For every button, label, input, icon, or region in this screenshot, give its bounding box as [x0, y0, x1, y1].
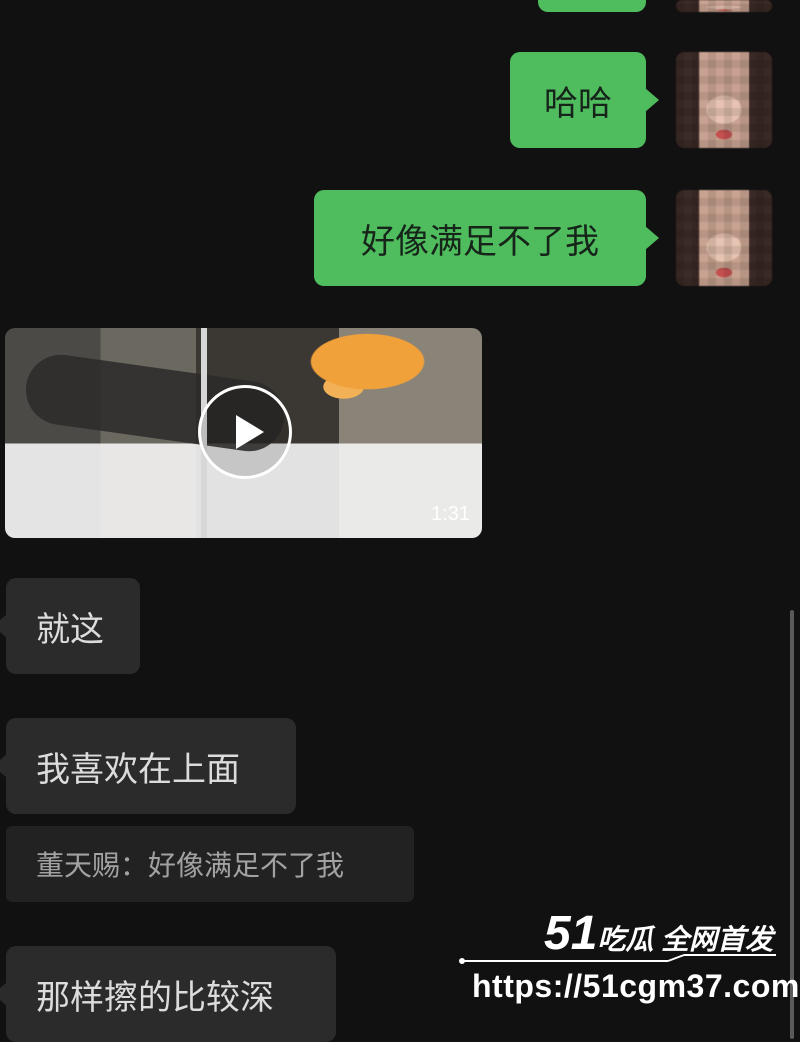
- play-icon[interactable]: [198, 385, 292, 479]
- message-text: 就这: [36, 609, 104, 650]
- video-duration: 1:31: [431, 503, 470, 525]
- message-text: 好像满足不了我: [361, 221, 599, 262]
- message-text: 我喜欢在上面: [36, 749, 240, 790]
- incoming-message-bubble[interactable]: 我喜欢在上面: [0, 718, 296, 814]
- message-text: 那样擦的比较深: [36, 977, 274, 1018]
- video-message[interactable]: 1:31: [5, 328, 482, 538]
- outgoing-message-bubble[interactable]: 哈哈: [510, 52, 659, 148]
- sender-avatar[interactable]: [676, 190, 772, 286]
- watermark-title: 吃瓜 全网首发: [597, 924, 774, 955]
- quoted-message[interactable]: 董天赐：好像满足不了我: [6, 826, 414, 902]
- incoming-message-bubble[interactable]: 就这: [0, 578, 140, 674]
- sender-avatar-partial[interactable]: [676, 0, 772, 12]
- incoming-message-bubble[interactable]: 那样擦的比较深: [0, 946, 336, 1042]
- watermark-url: https://51cgm37.com: [472, 968, 800, 1004]
- watermark: 51吃瓜 全网首发 https://51cgm37.com: [458, 900, 799, 1020]
- outgoing-bubble-partial[interactable]: [538, 0, 646, 12]
- quoted-text: 董天赐：好像满足不了我: [36, 849, 345, 882]
- outgoing-message-bubble[interactable]: 好像满足不了我: [314, 190, 659, 286]
- sender-avatar[interactable]: [676, 52, 772, 148]
- message-text: 哈哈: [544, 83, 612, 124]
